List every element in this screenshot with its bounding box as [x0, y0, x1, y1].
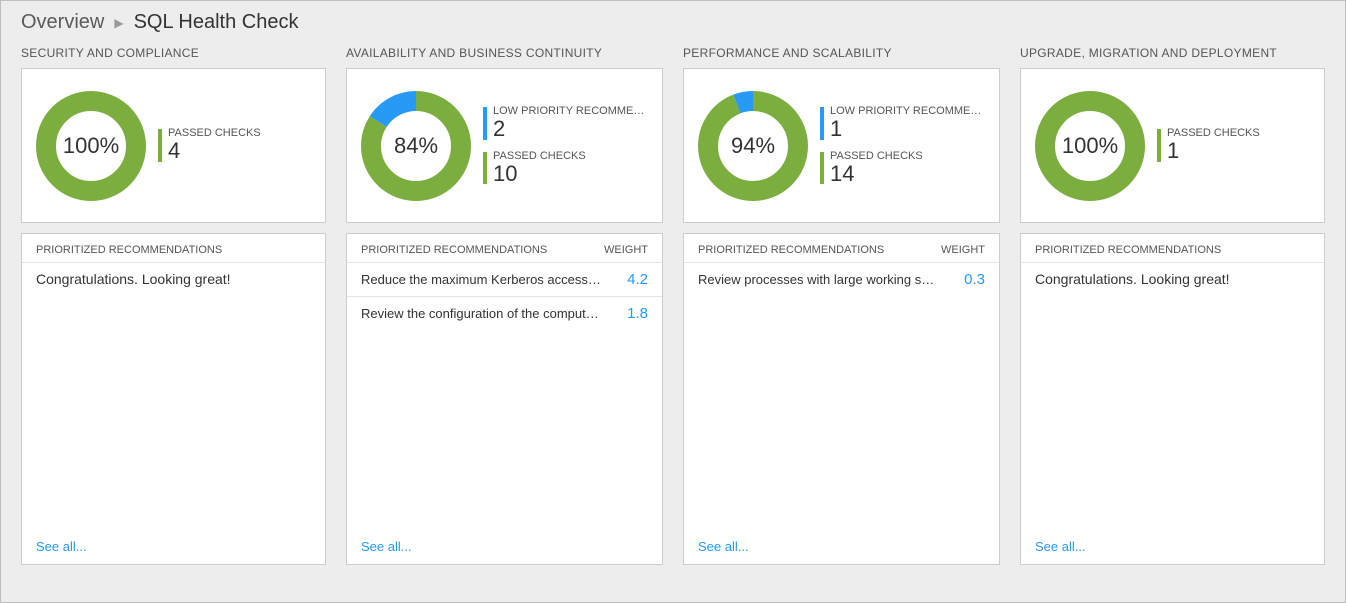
donut-tile[interactable]: 100% PASSED CHECKS 4	[21, 68, 326, 223]
metric-list: PASSED CHECKS 1	[1157, 127, 1310, 163]
recommendations-header: PRIORITIZED RECOMMENDATIONS WEIGHT	[347, 234, 662, 262]
metric-label: PASSED CHECKS	[493, 150, 648, 162]
see-all-link[interactable]: See all...	[1021, 531, 1324, 564]
dashboard-column: UPGRADE, MIGRATION AND DEPLOYMENT 100% P…	[1020, 46, 1325, 565]
chevron-right-icon: ▶	[114, 16, 123, 30]
dashboard-column: AVAILABILITY AND BUSINESS CONTINUITY 84%…	[346, 46, 663, 565]
metric-label: PASSED CHECKS	[168, 127, 311, 139]
dashboard-column: PERFORMANCE AND SCALABILITY 94% LOW PRIO…	[683, 46, 1000, 565]
recommendation-weight: 0.3	[964, 271, 985, 288]
see-all-link[interactable]: See all...	[22, 531, 325, 564]
metric-value: 10	[493, 162, 648, 186]
metric-value: 1	[1167, 139, 1310, 163]
donut-chart: 84%	[361, 91, 471, 201]
donut-tile[interactable]: 94% LOW PRIORITY RECOMMENDATIO... 1 PASS…	[683, 68, 1000, 223]
metric: LOW PRIORITY RECOMMENDATIO... 2	[483, 105, 648, 141]
see-all-link[interactable]: See all...	[347, 531, 662, 564]
recommendation-row[interactable]: Review processes with large working set …	[684, 262, 999, 296]
metric: PASSED CHECKS 4	[158, 127, 311, 163]
metric-label: LOW PRIORITY RECOMMENDATIO...	[830, 105, 985, 117]
prioritized-header: PRIORITIZED RECOMMENDATIONS	[36, 244, 222, 256]
recommendations-header: PRIORITIZED RECOMMENDATIONS	[1021, 234, 1324, 262]
column-title: PERFORMANCE AND SCALABILITY	[683, 46, 1000, 60]
metric-value: 4	[168, 139, 311, 163]
donut-percent: 100%	[1035, 91, 1145, 201]
donut-chart: 100%	[36, 91, 146, 201]
metric: LOW PRIORITY RECOMMENDATIO... 1	[820, 105, 985, 141]
metric-label: LOW PRIORITY RECOMMENDATIO...	[493, 105, 648, 117]
recommendation-weight: 1.8	[627, 305, 648, 322]
column-title: AVAILABILITY AND BUSINESS CONTINUITY	[346, 46, 663, 60]
metric-list: PASSED CHECKS 4	[158, 127, 311, 163]
recommendations-empty: Congratulations. Looking great!	[22, 262, 325, 295]
recommendations-header: PRIORITIZED RECOMMENDATIONS	[22, 234, 325, 262]
prioritized-header: PRIORITIZED RECOMMENDATIONS	[698, 244, 884, 256]
recommendation-rows: Review processes with large working set …	[684, 262, 999, 531]
metric-label: PASSED CHECKS	[830, 150, 985, 162]
metric-label: PASSED CHECKS	[1167, 127, 1310, 139]
metric-list: LOW PRIORITY RECOMMENDATIO... 1 PASSED C…	[820, 105, 985, 185]
see-all-link[interactable]: See all...	[684, 531, 999, 564]
recommendations-tile: PRIORITIZED RECOMMENDATIONS Congratulati…	[21, 233, 326, 565]
recommendations-tile: PRIORITIZED RECOMMENDATIONS Congratulati…	[1020, 233, 1325, 565]
weight-header: WEIGHT	[941, 244, 985, 256]
donut-tile[interactable]: 100% PASSED CHECKS 1	[1020, 68, 1325, 223]
recommendation-text: Review the configuration of the computer…	[361, 306, 601, 321]
metric: PASSED CHECKS 1	[1157, 127, 1310, 163]
metric: PASSED CHECKS 10	[483, 150, 648, 186]
dashboard-grid: SECURITY AND COMPLIANCE 100% PASSED CHEC…	[1, 46, 1345, 585]
metric: PASSED CHECKS 14	[820, 150, 985, 186]
prioritized-header: PRIORITIZED RECOMMENDATIONS	[1035, 244, 1221, 256]
metric-list: LOW PRIORITY RECOMMENDATIO... 2 PASSED C…	[483, 105, 648, 185]
recommendations-tile: PRIORITIZED RECOMMENDATIONS WEIGHT Revie…	[683, 233, 1000, 565]
breadcrumb: Overview ▶ SQL Health Check	[1, 1, 1345, 46]
breadcrumb-current: SQL Health Check	[134, 11, 299, 34]
prioritized-header: PRIORITIZED RECOMMENDATIONS	[361, 244, 547, 256]
donut-tile[interactable]: 84% LOW PRIORITY RECOMMENDATIO... 2 PASS…	[346, 68, 663, 223]
column-title: SECURITY AND COMPLIANCE	[21, 46, 326, 60]
recommendation-rows: Reduce the maximum Kerberos access token…	[347, 262, 662, 531]
donut-percent: 84%	[361, 91, 471, 201]
recommendation-text: Reduce the maximum Kerberos access token…	[361, 272, 601, 287]
weight-header: WEIGHT	[604, 244, 648, 256]
breadcrumb-root[interactable]: Overview	[21, 11, 104, 34]
recommendation-row[interactable]: Reduce the maximum Kerberos access token…	[347, 262, 662, 296]
donut-chart: 94%	[698, 91, 808, 201]
recommendation-rows: Congratulations. Looking great!	[22, 262, 325, 531]
donut-percent: 100%	[36, 91, 146, 201]
recommendation-text: Review processes with large working set …	[698, 272, 938, 287]
metric-value: 14	[830, 162, 985, 186]
recommendation-weight: 4.2	[627, 271, 648, 288]
dashboard-column: SECURITY AND COMPLIANCE 100% PASSED CHEC…	[21, 46, 326, 565]
donut-chart: 100%	[1035, 91, 1145, 201]
donut-percent: 94%	[698, 91, 808, 201]
recommendation-row[interactable]: Review the configuration of the computer…	[347, 296, 662, 330]
metric-value: 2	[493, 117, 648, 141]
recommendation-rows: Congratulations. Looking great!	[1021, 262, 1324, 531]
recommendations-tile: PRIORITIZED RECOMMENDATIONS WEIGHT Reduc…	[346, 233, 663, 565]
metric-value: 1	[830, 117, 985, 141]
column-title: UPGRADE, MIGRATION AND DEPLOYMENT	[1020, 46, 1325, 60]
recommendations-header: PRIORITIZED RECOMMENDATIONS WEIGHT	[684, 234, 999, 262]
recommendations-empty: Congratulations. Looking great!	[1021, 262, 1324, 295]
